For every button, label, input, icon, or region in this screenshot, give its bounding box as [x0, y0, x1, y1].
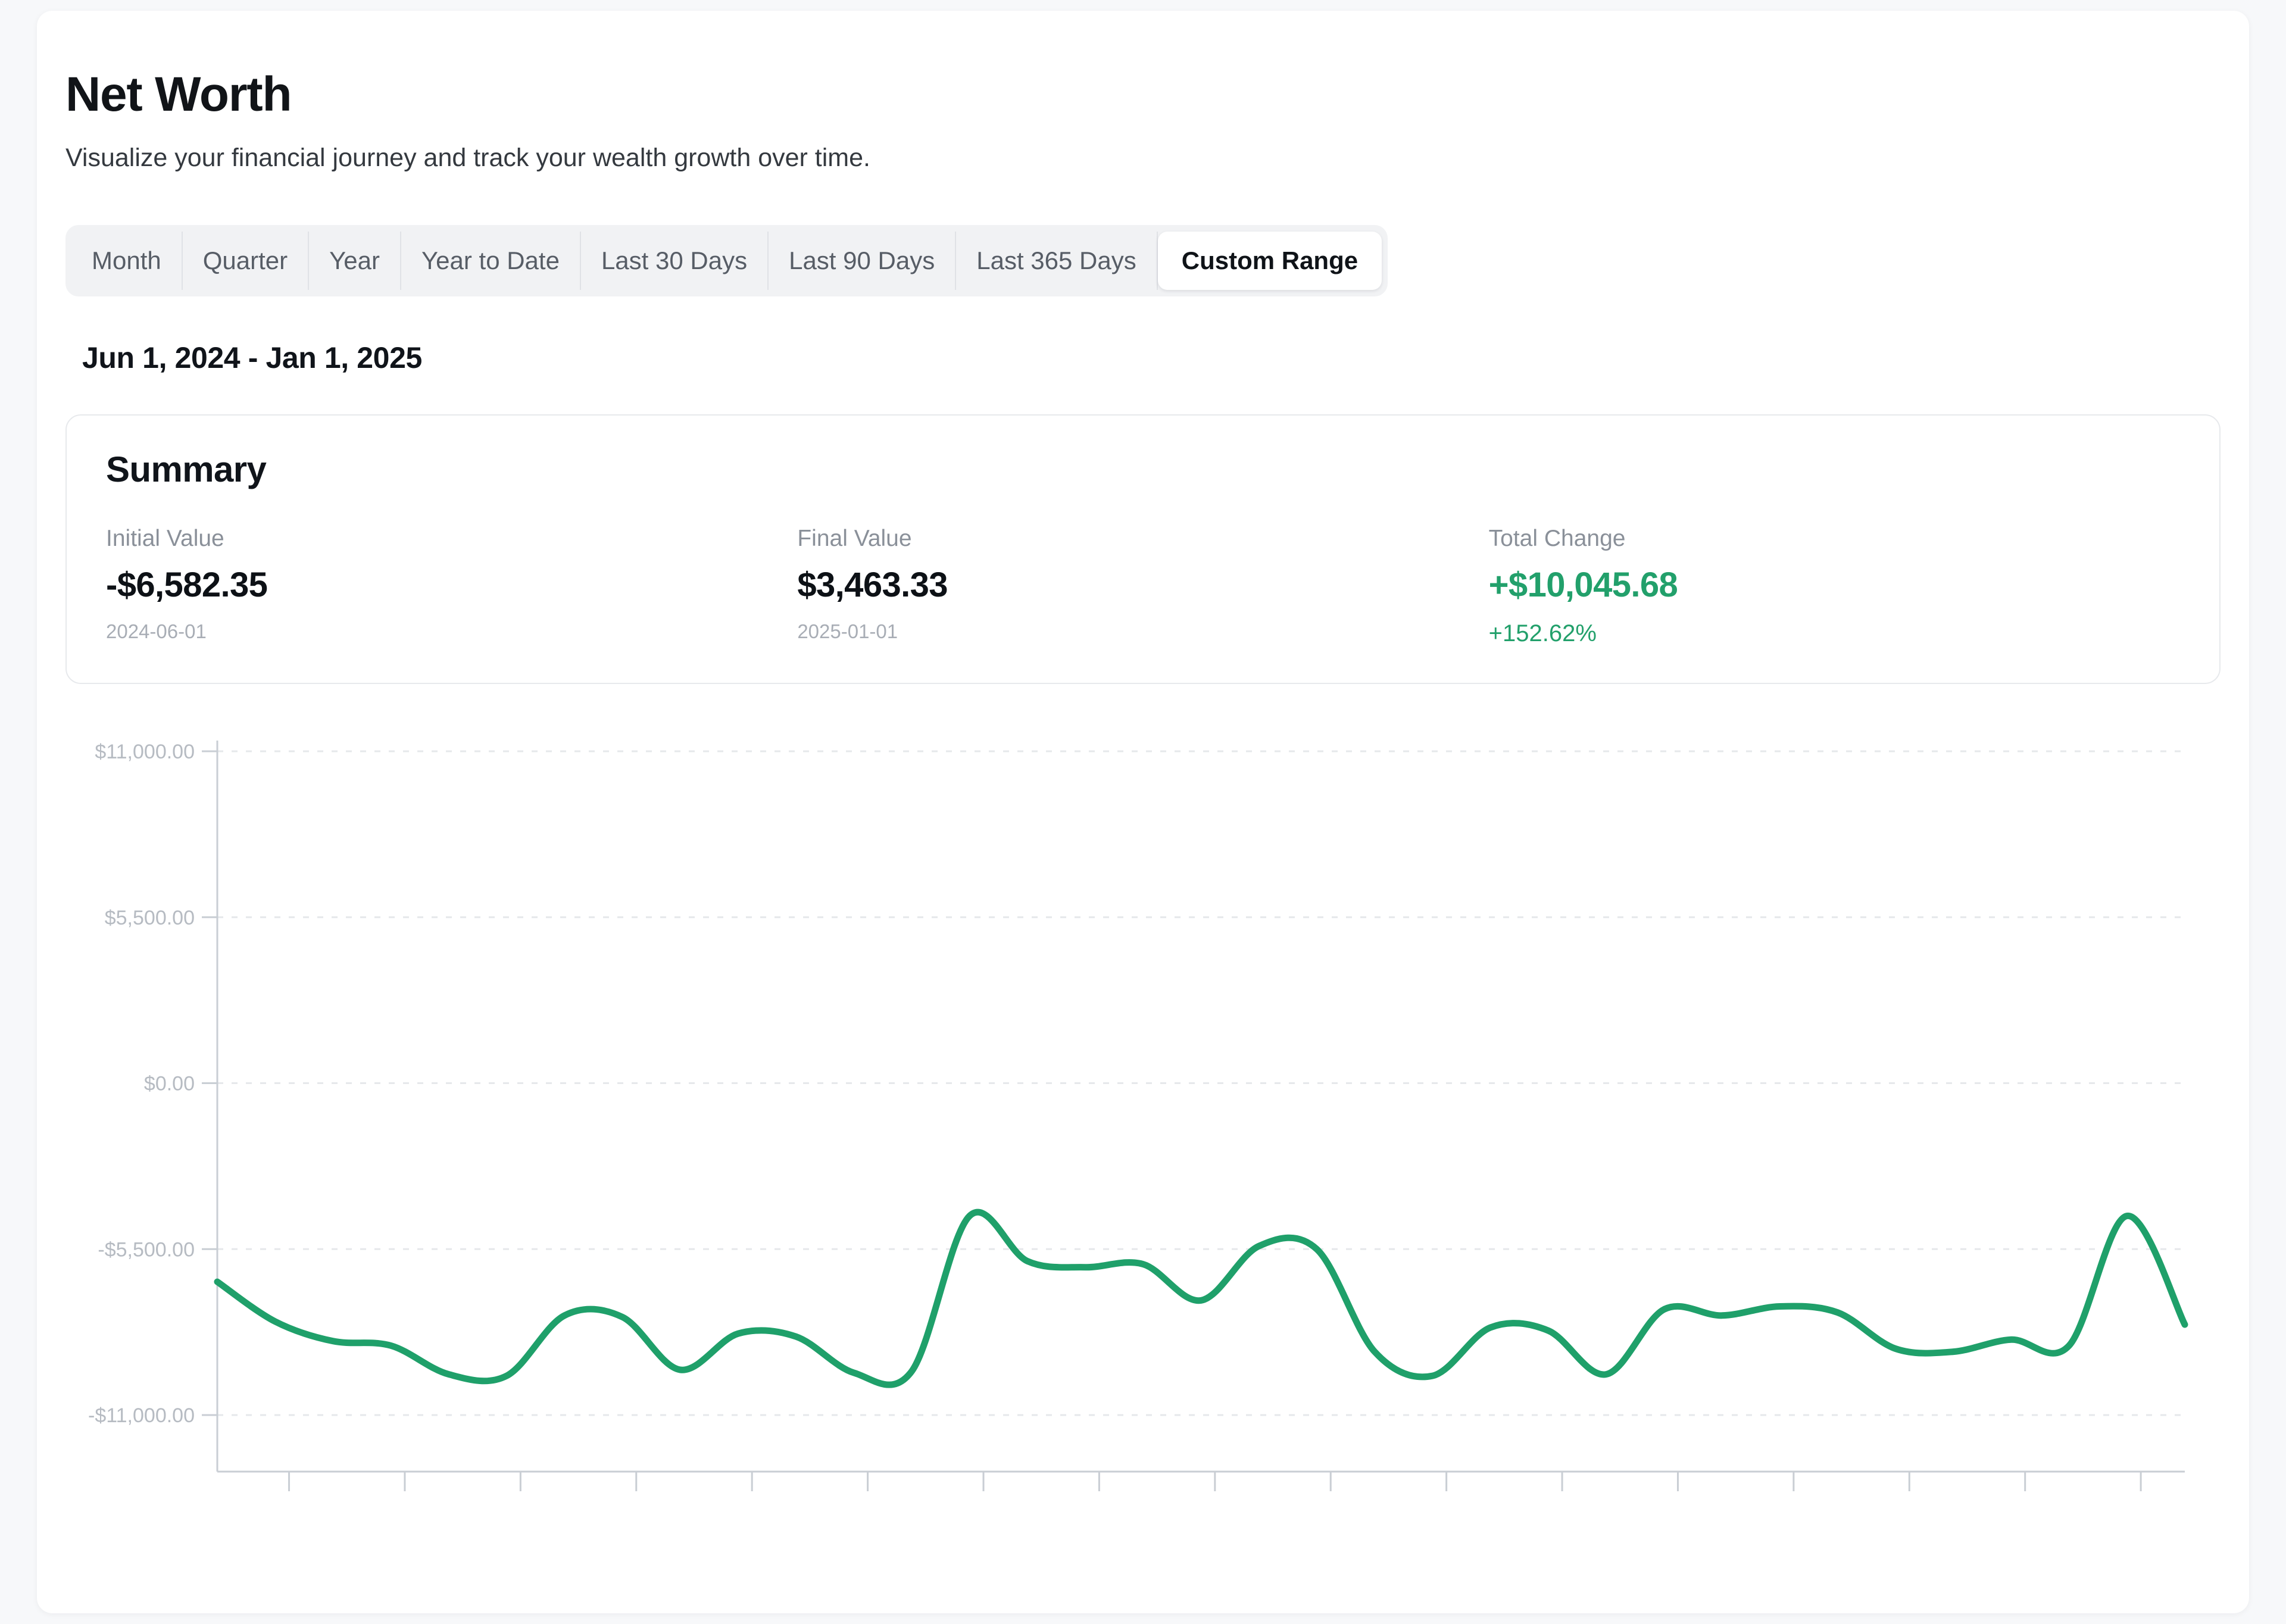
initial-value-date: 2024-06-01	[106, 620, 207, 642]
app-page: Net Worth Visualize your financial journ…	[0, 0, 2286, 1624]
page-surface: Net Worth Visualize your financial journ…	[37, 11, 2249, 1613]
metric-initial-value: Initial Value -$6,582.35 2024-06-01	[106, 526, 797, 647]
y-tick-label: -$5,500.00	[98, 1238, 195, 1261]
metric-total-change: Total Change +$10,045.68 +152.62%	[1489, 526, 2180, 647]
total-change-label: Total Change	[1488, 525, 1626, 551]
y-tick-label: $5,500.00	[105, 906, 195, 929]
selected-date-range: Jun 1, 2024 - Jan 1, 2025	[82, 341, 422, 374]
initial-value-amount: -$6,582.35	[106, 565, 268, 604]
final-value-amount: $3,463.33	[797, 565, 948, 604]
tab-quarter[interactable]: Quarter	[183, 231, 310, 290]
summary-card: Summary Initial Value -$6,582.35 2024-06…	[65, 414, 2221, 684]
page-title: Net Worth	[65, 67, 292, 121]
tab-last-30-days[interactable]: Last 30 Days	[581, 231, 769, 290]
tab-year-to-date[interactable]: Year to Date	[401, 231, 581, 290]
summary-metrics: Initial Value -$6,582.35 2024-06-01 Fina…	[106, 526, 2180, 647]
tab-custom-range[interactable]: Custom Range	[1157, 231, 1382, 290]
final-value-date: 2025-01-01	[797, 620, 898, 642]
metric-final-value: Final Value $3,463.33 2025-01-01	[797, 526, 1488, 647]
tab-year[interactable]: Year	[309, 231, 401, 290]
tab-month[interactable]: Month	[71, 231, 183, 290]
page-subtitle: Visualize your financial journey and tra…	[65, 143, 870, 172]
total-change-amount: +$10,045.68	[1488, 565, 1678, 604]
tab-last-90-days[interactable]: Last 90 Days	[769, 231, 957, 290]
chart-svg: $11,000.00 $5,500.00 $0.00 -$5,500.00 -$11,0…	[88, 740, 2188, 1510]
total-change-percent: +152.62%	[1488, 620, 1597, 647]
summary-title: Summary	[106, 449, 267, 489]
final-value-label: Final Value	[797, 525, 912, 551]
net-worth-chart[interactable]: $11,000.00 $5,500.00 $0.00 -$5,500.00 -$11,0…	[65, 719, 2221, 1510]
y-tick-label: $0.00	[144, 1072, 195, 1095]
time-range-tabs: Month Quarter Year Year to Date Last 30 Days…	[65, 224, 1388, 296]
tab-last-365-days[interactable]: Last 365 Days	[956, 231, 1158, 290]
y-tick-label: -$11,000.00	[88, 1404, 195, 1427]
page-content: Net Worth Visualize your financial journ…	[65, 70, 2221, 1510]
y-tick-label: $11,000.00	[95, 741, 195, 763]
net-worth-line	[214, 1208, 2188, 1388]
initial-value-label: Initial Value	[106, 525, 224, 551]
